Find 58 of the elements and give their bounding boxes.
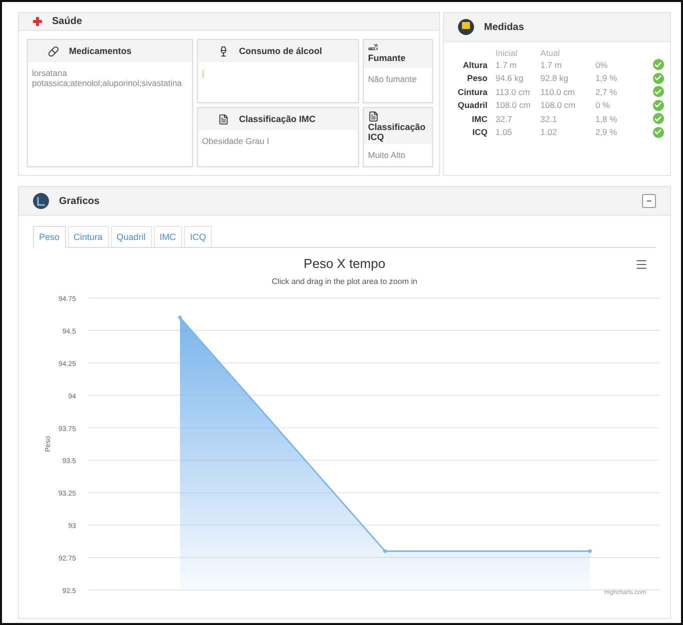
cigarette-icon: [368, 43, 378, 53]
card-title: Classificação ICQ: [368, 122, 427, 142]
column-header: Atual: [539, 48, 561, 58]
table-cell-text: 2,9 %: [594, 126, 618, 139]
data-point: [588, 549, 592, 553]
panel-title: Saúde: [52, 16, 82, 27]
card-title: Fumante: [368, 53, 406, 63]
measure-label: Quadril: [456, 99, 488, 112]
menu-icon[interactable]: [635, 258, 648, 271]
table-cell-text: 1.05: [494, 126, 514, 139]
table-cell-text: 108.0 cm: [494, 99, 532, 112]
panel-title: Medidas: [484, 22, 524, 32]
table-cell-text: 1,9 %: [594, 72, 618, 85]
table-cell-text: 94.6 kg: [494, 72, 524, 85]
health-cross-icon: [33, 17, 42, 26]
data-point: [178, 316, 182, 320]
chart-tab[interactable]: IMC: [154, 226, 182, 248]
column-header: Inicial: [494, 48, 518, 58]
measure-label: IMC: [470, 112, 488, 126]
card-value: |: [201, 67, 206, 80]
card-title: Classificação IMC: [239, 114, 316, 124]
table-cell-text: 1,8 %: [594, 112, 618, 126]
document-icon: [218, 114, 229, 124]
data-point: [382, 549, 386, 553]
card-value: lorsatana potassica;atenolol;aluporinol;sivastatina: [31, 67, 183, 90]
table-cell-text: 108.0 cm: [539, 99, 576, 112]
card-value: Muito Alto: [367, 148, 406, 162]
table-cell-text: 32.7: [494, 112, 514, 126]
chart-tab[interactable]: ICQ: [184, 226, 212, 248]
pill-icon: [48, 46, 59, 56]
chart-tab[interactable]: Peso: [33, 226, 66, 248]
card-title: Consumo de álcool: [239, 46, 322, 56]
card-value: Obesidade Grau I: [201, 135, 270, 148]
table-cell-text: 2,7 %: [594, 86, 618, 98]
table-cell-text: 110.0 cm: [539, 86, 576, 98]
table-cell-text: 1.02: [539, 126, 558, 139]
measure-label: Peso: [466, 72, 488, 85]
table-cell-text: 113.0 cm: [494, 86, 531, 98]
chart-icon: [33, 193, 49, 209]
chart-tab[interactable]: Cintura: [68, 226, 109, 248]
card-title: Medicamentos: [69, 46, 132, 56]
table-cell-text: 32.1: [539, 112, 558, 126]
panel-title: Graficos: [59, 196, 100, 206]
chart-title: Peso X tempo: [304, 256, 386, 271]
table-cell-text: 1.7 m: [494, 58, 518, 72]
chart-subtitle: Click and drag in the plot area to zoom in: [272, 277, 418, 286]
table-cell-text: 0 %: [594, 99, 611, 112]
collapse-button[interactable]: −: [642, 194, 656, 208]
document-icon: [368, 111, 379, 122]
table-cell-text: 0%: [594, 58, 609, 72]
card-value: Não fumante: [367, 73, 418, 86]
measure-label: ICQ: [471, 126, 488, 139]
table-cell-text: 92.8 kg: [539, 72, 570, 85]
wine-glass-icon: [218, 46, 229, 56]
table-cell-text: 1.7 m: [539, 58, 563, 72]
measure-label: Altura: [462, 58, 488, 72]
measure-label: Cintura: [456, 86, 488, 98]
chart-tab[interactable]: Quadril: [110, 226, 152, 248]
